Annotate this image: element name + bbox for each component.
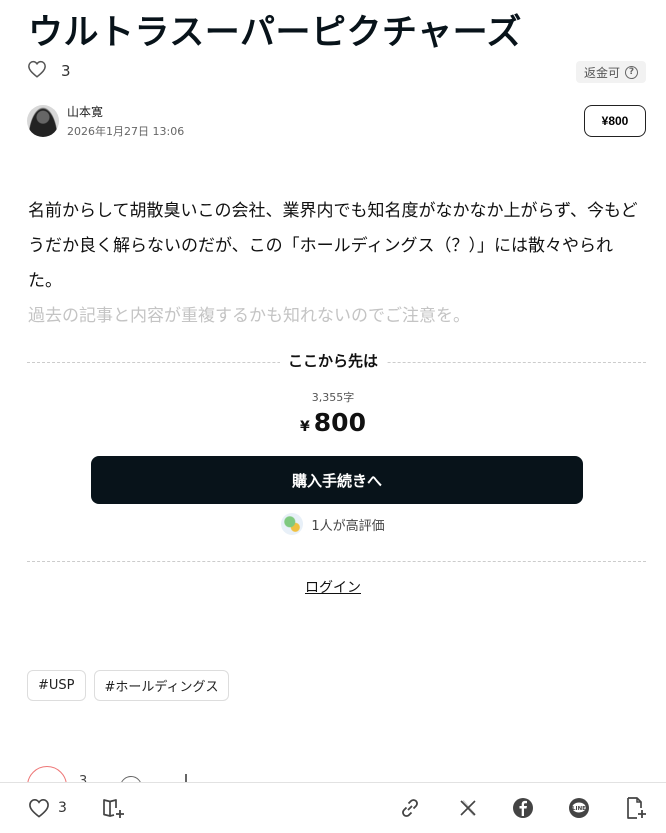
facebook-icon[interactable] [512,795,534,821]
article-actions-row: 3 [27,766,227,783]
refund-badge: 返金可 ? [575,61,646,83]
paywall-label: ここから先は [0,350,666,371]
price-button[interactable]: ¥800 [584,105,646,137]
bottom-like[interactable]: 3 [28,795,67,821]
rating-row: 1人が高評価 [0,513,666,535]
publish-date: 2026年1月27日 13:06 [67,125,185,138]
x-icon[interactable] [459,795,477,821]
bottom-action-bar: 3 LINE [0,782,666,833]
article-body: 名前からして胡散臭いこの会社、業界内でも知名度がなかなか上がらず、今もどうだか良… [28,201,638,291]
like-button[interactable] [27,766,67,783]
paywall-bottom-divider [27,561,646,562]
paywall-label-text: ここから先は [279,352,386,370]
link-icon[interactable] [399,795,421,821]
buy-button[interactable]: 購入手続きへ [91,456,583,504]
rater-avatar [281,513,304,535]
bottom-like-count: 3 [58,800,67,816]
refund-label: 返金可 [583,65,620,80]
svg-text:LINE: LINE [572,806,586,812]
rating-text: 1人が高評価 [311,518,385,534]
price-amount: 800 [313,408,366,437]
heart-icon[interactable] [27,60,47,82]
line-icon[interactable]: LINE [568,795,590,821]
paywall-price: ¥800 [0,408,666,437]
login-link[interactable]: ログイン [0,577,666,597]
avatar[interactable] [27,105,59,137]
embed-icon[interactable] [625,795,647,821]
author-info[interactable]: 山本寛 2026年1月27日 13:06 [27,103,184,139]
yen-symbol: ¥ [300,419,310,435]
author-name[interactable]: 山本寛 [67,103,184,120]
like-row: 3 [27,60,71,82]
tag-holdings[interactable]: #ホールディングス [93,670,230,701]
help-icon[interactable]: ? [625,65,638,79]
like-count: 3 [61,62,71,80]
faded-preview-text: 過去の記事と内容が重複するかも知れないのでご注意を。 [28,306,470,326]
heart-icon[interactable] [28,798,50,818]
tag-usp[interactable]: #USP [27,670,86,701]
login-link-text[interactable]: ログイン [305,580,361,596]
article-title: ウルトラスーパーピクチャーズ [28,13,522,53]
char-count: 3,355字 [311,391,355,404]
magazine-add-icon[interactable] [101,795,125,821]
tag-list: #USP #ホールディングス [27,670,230,701]
